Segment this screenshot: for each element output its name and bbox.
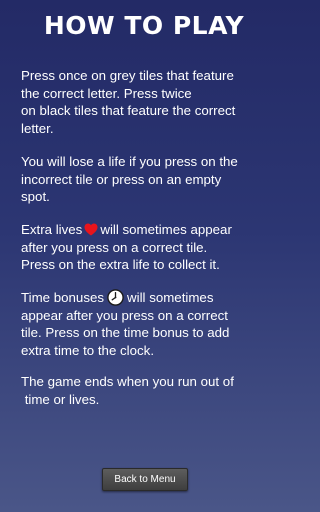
instruction-game-end: The game ends when you run out of time o… <box>21 373 283 408</box>
instruction-text: will sometimes appear <box>100 222 232 237</box>
instruction-line: after you press on a correct tile. <box>21 239 208 255</box>
back-to-menu-button[interactable]: Back to Menu <box>102 468 188 491</box>
instruction-extra-lives: Extra lives will sometimes appear after … <box>21 221 283 274</box>
instruction-line: Press once on grey tiles that feature <box>21 68 234 83</box>
instruction-line: Press on the extra life to collect it. <box>21 257 220 272</box>
instruction-tiles: Press once on grey tiles that feature th… <box>21 67 283 137</box>
instruction-line: on black tiles that feature the correct <box>21 103 236 118</box>
instruction-line: The game ends when you run out of <box>21 374 234 389</box>
heart-icon <box>84 223 98 236</box>
instruction-text: Extra lives <box>21 222 83 237</box>
instruction-time-bonus: Time bonuses will sometimes appear after… <box>21 289 283 359</box>
instruction-line: time or lives. <box>21 391 100 407</box>
instruction-line: spot. <box>21 189 50 204</box>
clock-icon <box>107 289 124 306</box>
instruction-line: tile. Press on the time bonus to add <box>21 325 230 340</box>
instruction-text: will sometimes <box>127 290 214 305</box>
instruction-line: letter. <box>21 120 54 136</box>
instruction-lives-lost: You will lose a life if you press on the… <box>21 153 283 206</box>
instruction-line: the correct letter. Press twice <box>21 85 192 101</box>
instruction-line: You will lose a life if you press on the <box>21 154 238 169</box>
instruction-text: Time bonuses <box>21 290 105 305</box>
instruction-line: Extra lives will sometimes appear <box>21 221 283 239</box>
instruction-line: appear after you press on a correct <box>21 307 228 323</box>
instruction-line: extra time to the clock. <box>21 342 155 358</box>
page-title: HOW TO PLAY <box>43 11 245 40</box>
instruction-line: Time bonuses will sometimes <box>21 289 283 307</box>
instruction-line: incorrect tile or press on an empty <box>21 171 222 187</box>
